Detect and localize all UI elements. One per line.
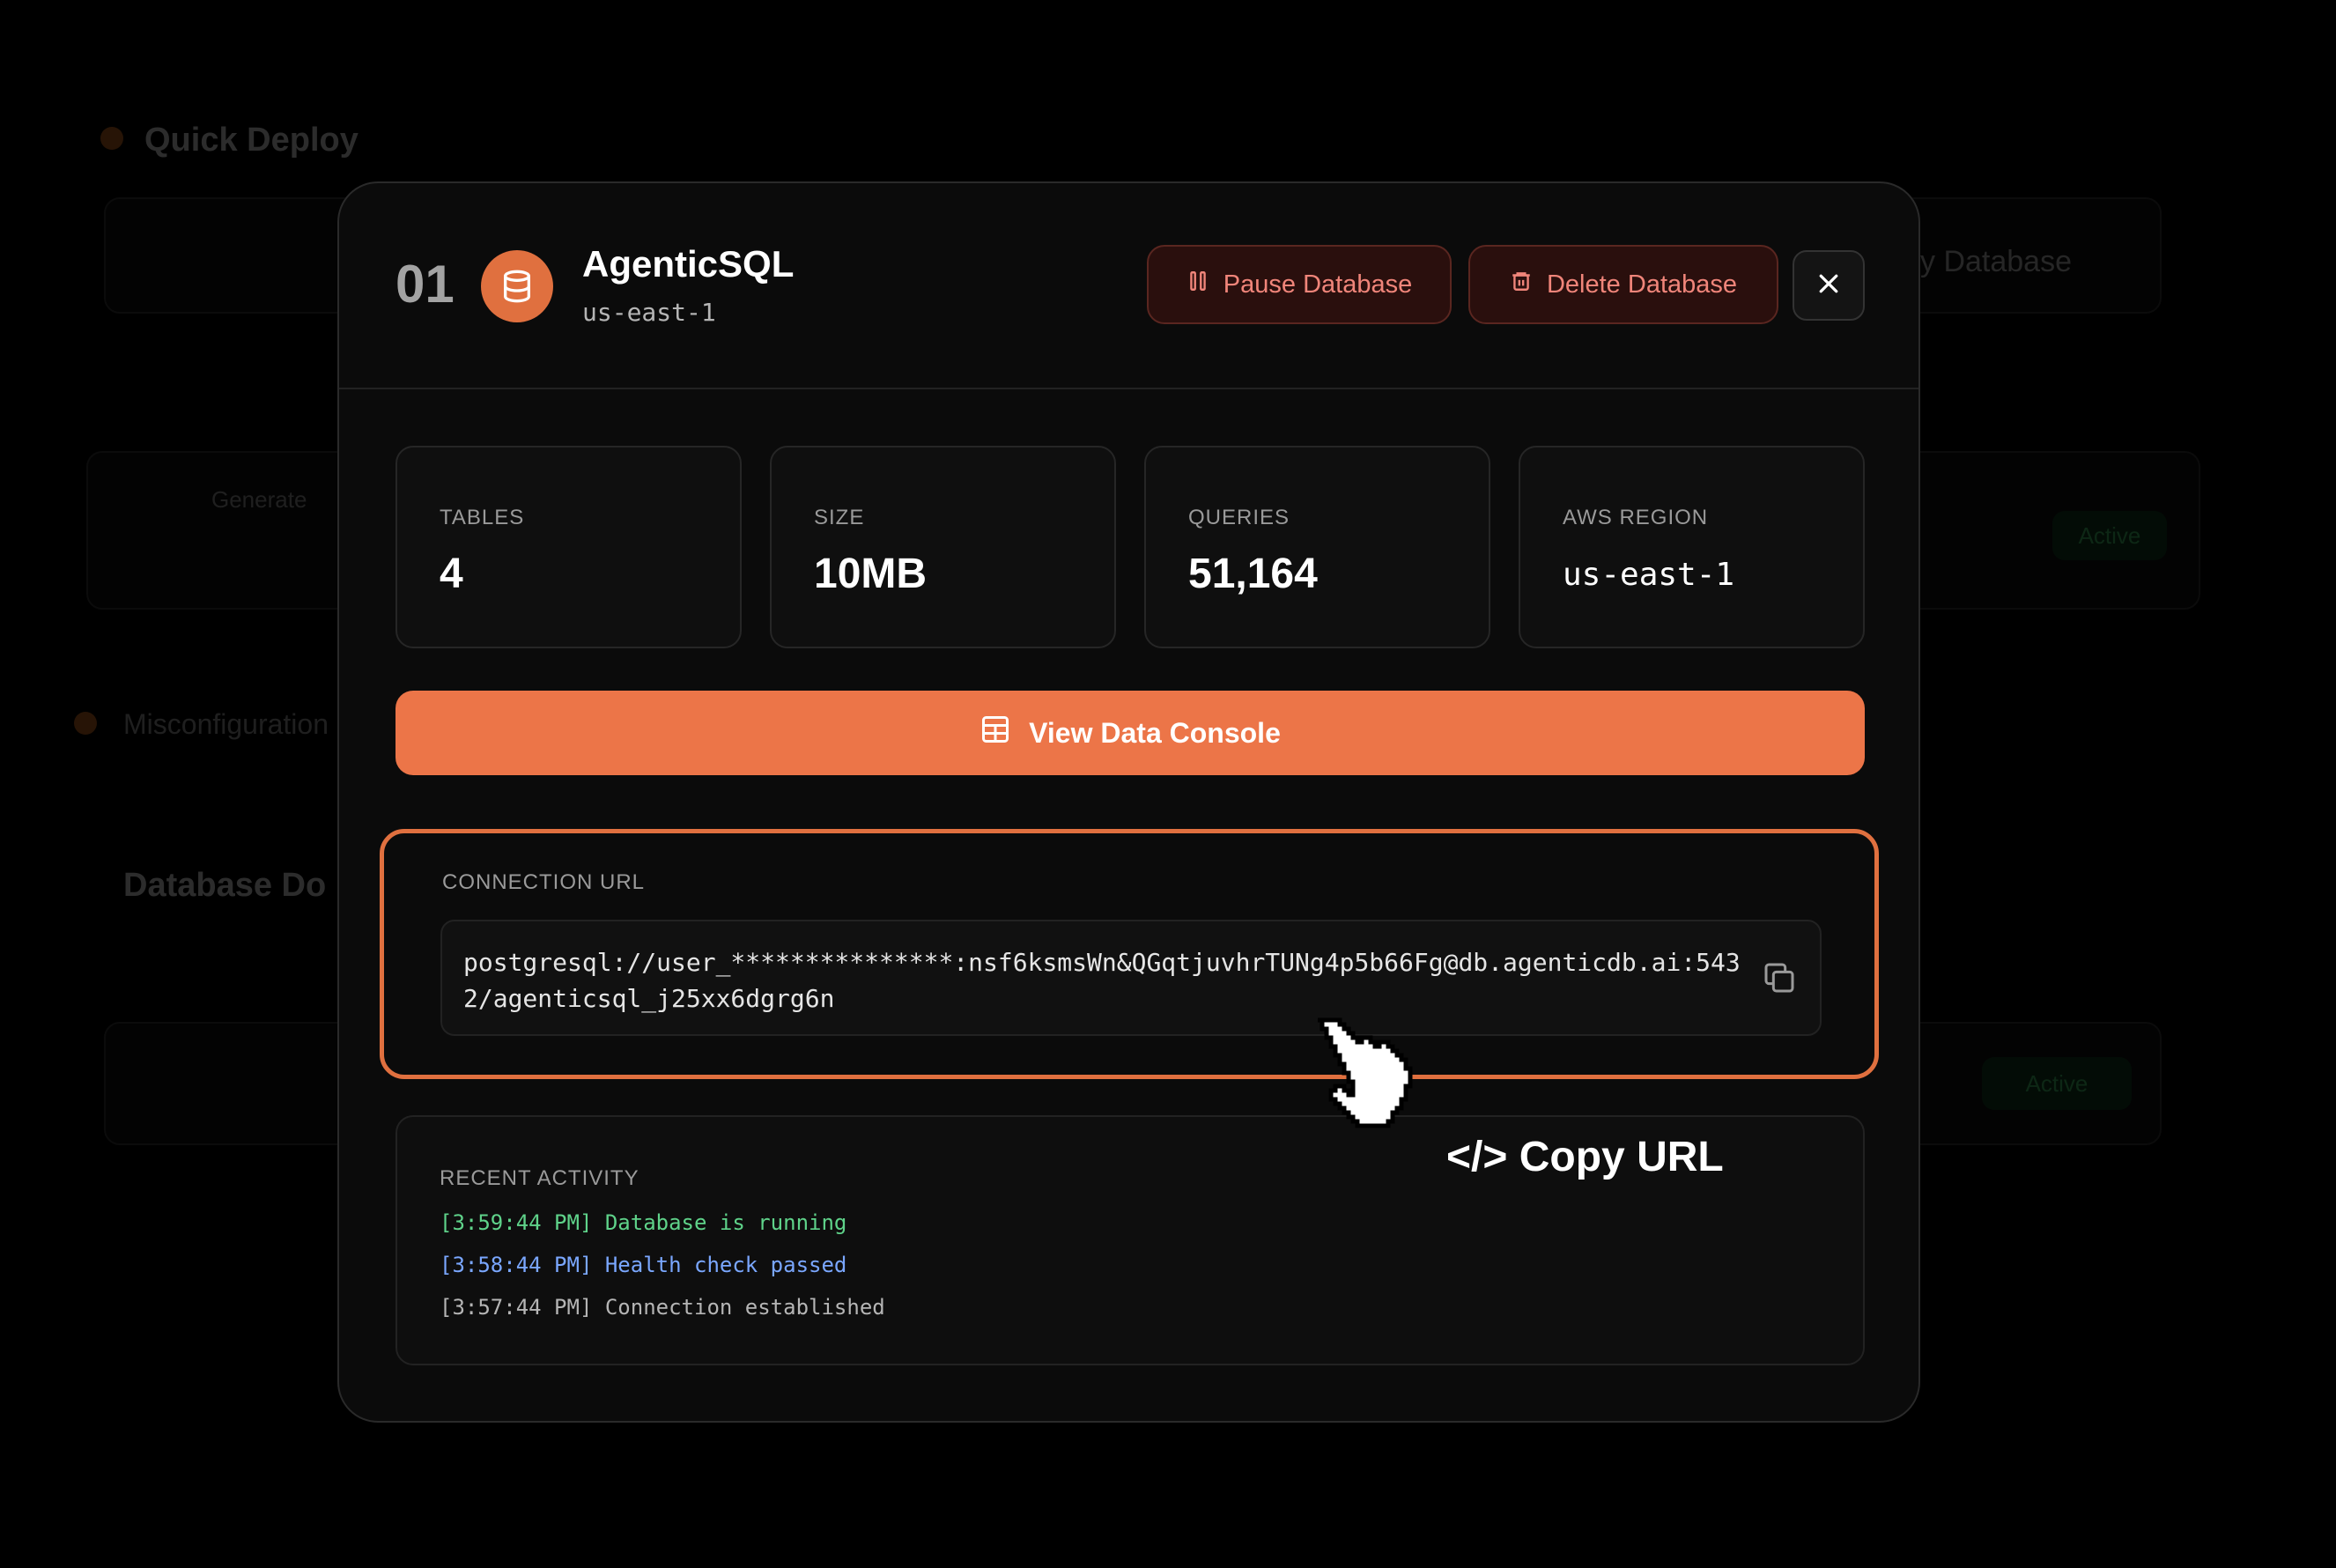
view-data-console-button[interactable]: View Data Console	[395, 691, 1865, 775]
stat-card-size: SIZE 10MB	[770, 446, 1116, 648]
stat-card-tables: TABLES 4	[395, 446, 742, 648]
database-icon	[481, 250, 553, 322]
activity-text: Database is running	[604, 1210, 847, 1235]
quick-deploy-heading: Quick Deploy	[144, 122, 359, 159]
stat-label: SIZE	[814, 506, 865, 529]
stat-value: 51,164	[1188, 551, 1318, 597]
close-icon	[1815, 270, 1842, 301]
database-region: us-east-1	[582, 298, 716, 327]
stat-label: TABLES	[440, 506, 525, 529]
database-docs-heading: Database Do	[123, 867, 327, 904]
connection-url-label: CONNECTION URL	[442, 870, 646, 894]
copy-url-button[interactable]	[1758, 958, 1800, 1001]
database-index: 01	[395, 255, 455, 314]
database-name: AgenticSQL	[582, 243, 795, 285]
status-badge: Active	[2052, 511, 2167, 560]
activity-entry: [3:58:44 PM] Health check passed	[440, 1253, 846, 1277]
activity-text: Health check passed	[604, 1253, 847, 1277]
activity-time: [3:58:44 PM]	[440, 1253, 593, 1277]
stat-label: AWS REGION	[1563, 506, 1709, 529]
delete-database-label: Delete Database	[1546, 270, 1738, 299]
connection-url-section: CONNECTION URL postgresql://user_*******…	[380, 829, 1879, 1079]
stat-card-queries: QUERIES 51,164	[1144, 446, 1490, 648]
table-grid-icon	[979, 714, 1011, 752]
pause-database-button[interactable]: Pause Database	[1147, 245, 1452, 324]
copy-url-callout: </> Copy URL	[1446, 1134, 1724, 1180]
misconfig-heading: Misconfiguration	[123, 708, 329, 740]
activity-time: [3:57:44 PM]	[440, 1295, 593, 1320]
misconfig-icon	[74, 712, 97, 735]
status-badge-row: Active	[1982, 1057, 2132, 1110]
activity-entry: [3:57:44 PM] Connection established	[440, 1295, 885, 1320]
quick-deploy-icon	[100, 127, 123, 150]
stat-card-aws-region: AWS REGION us-east-1	[1519, 446, 1865, 648]
delete-database-button[interactable]: Delete Database	[1468, 245, 1778, 324]
connection-url-field[interactable]: postgresql://user_***************:nsf6ks…	[440, 920, 1822, 1036]
activity-text: Connection established	[604, 1295, 885, 1320]
stat-value: 4	[440, 551, 463, 597]
deploy-database-link[interactable]: y Database	[1920, 245, 2072, 279]
stat-value: us-east-1	[1563, 557, 1735, 593]
activity-time: [3:59:44 PM]	[440, 1210, 593, 1235]
activity-entry: [3:59:44 PM] Database is running	[440, 1210, 846, 1235]
database-detail-modal: 01 AgenticSQL us-east-1 Pause Database D…	[337, 181, 1920, 1423]
connection-url-text[interactable]: postgresql://user_***************:nsf6ks…	[463, 944, 1758, 1017]
trash-icon	[1510, 270, 1533, 300]
stat-value: 10MB	[814, 551, 928, 597]
database-card-title: Generate	[211, 486, 307, 513]
pause-database-label: Pause Database	[1223, 270, 1413, 299]
pause-icon	[1186, 270, 1209, 300]
close-button[interactable]	[1793, 250, 1865, 321]
modal-header: 01 AgenticSQL us-east-1 Pause Database D…	[339, 183, 1918, 389]
copy-icon	[1762, 960, 1797, 1000]
stat-label: QUERIES	[1188, 506, 1290, 529]
recent-activity-label: RECENT ACTIVITY	[440, 1166, 639, 1190]
view-data-console-label: View Data Console	[1029, 716, 1281, 749]
